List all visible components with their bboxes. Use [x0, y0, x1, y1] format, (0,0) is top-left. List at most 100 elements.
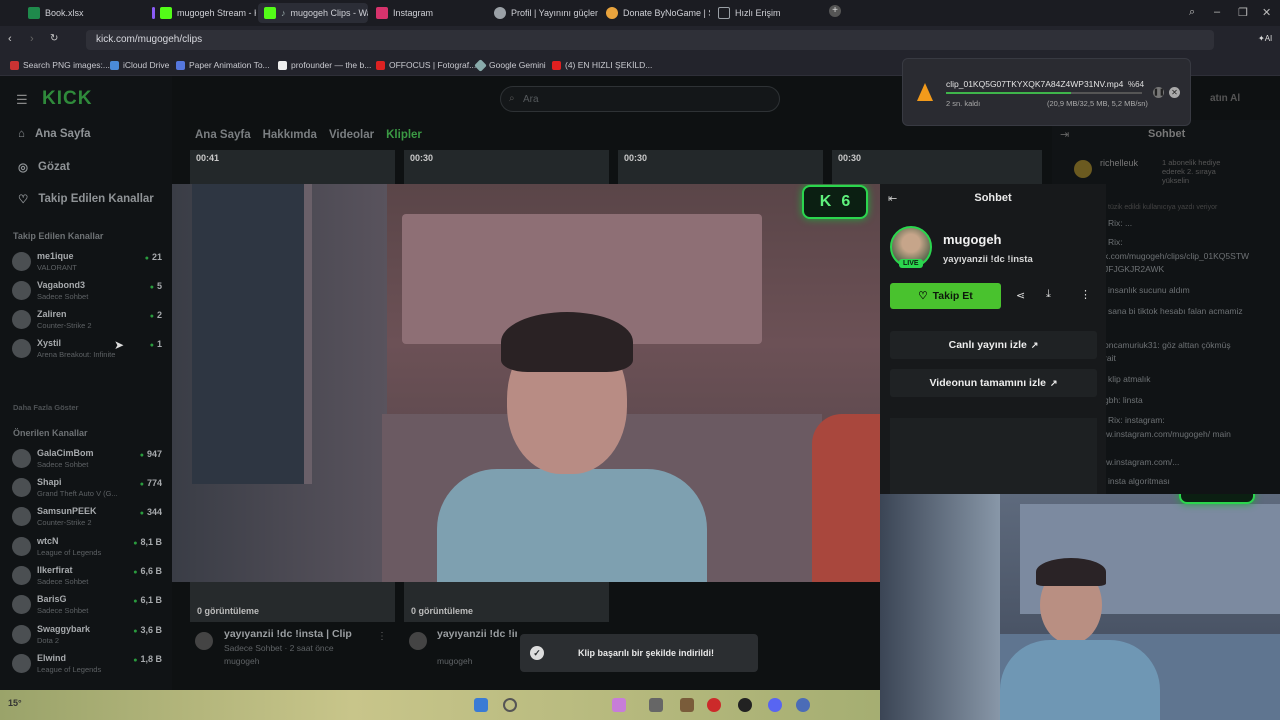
kick-six-badge: K6: [1179, 494, 1255, 504]
tab-home[interactable]: Ana Sayfa: [195, 129, 251, 141]
watch-live-button[interactable]: Canlı yayını izle ↗: [890, 331, 1097, 359]
bookmark-offocus[interactable]: OFFOCUS | Fotograf...: [376, 60, 476, 70]
clip-thumbnail[interactable]: 00:41: [190, 150, 395, 184]
bookmark-profounder[interactable]: profounder — the b...: [278, 60, 371, 70]
kick-logo[interactable]: KICK: [42, 88, 92, 110]
tab-about[interactable]: Hakkımda: [263, 129, 317, 141]
show-more-link[interactable]: Daha Fazla Göster: [13, 403, 78, 412]
sidebar-channel-vagabond3[interactable]: Vagabond3 Sadece Sohbet 5: [12, 278, 162, 304]
sidebar-channel-me1ique[interactable]: me1ique VALORANT 21: [12, 249, 162, 275]
tab-clips[interactable]: Klipler: [386, 129, 422, 141]
sidebar-channel-samsunpeek[interactable]: SamsunPEEK Counter-Strike 2 344: [12, 504, 162, 530]
browser-tab-bar: Book.xlsx mugogeh Stream - Kick D ♪ mugo…: [0, 0, 1280, 26]
forward-icon[interactable]: ›: [30, 33, 34, 45]
streamer-name[interactable]: mugogeh: [943, 232, 1002, 247]
clip-title[interactable]: yayıyanzii !dc !insta | Clip: [437, 628, 517, 640]
avatar: [12, 339, 31, 358]
panel-title: Sohbet: [974, 192, 1012, 204]
reload-icon[interactable]: ↻: [50, 33, 58, 44]
home-icon: ⌂: [18, 128, 25, 140]
bookmark-icloud[interactable]: iCloud Drive: [110, 60, 169, 70]
bookmark-icon: [10, 60, 19, 70]
tab-donate[interactable]: Donate ByNoGame | Strea: [600, 3, 710, 23]
clip-video-player[interactable]: K6: [172, 184, 880, 582]
sidebar-channel-shapi[interactable]: Shapi Grand Theft Auto V (G... 774: [12, 475, 162, 501]
clip-thumbnail[interactable]: 00:30: [618, 150, 823, 184]
app-icon[interactable]: [796, 698, 810, 712]
url-field[interactable]: kick.com/mugogeh/clips: [86, 30, 1214, 50]
new-tab-icon[interactable]: +: [829, 5, 841, 17]
collapse-chat-icon[interactable]: ⇥: [1060, 128, 1069, 141]
obs-icon[interactable]: [738, 698, 752, 712]
bookmark-gemini[interactable]: Google Gemini: [474, 58, 546, 72]
bookmark-paper-animation[interactable]: Paper Animation To...: [176, 60, 270, 70]
cancel-download-icon[interactable]: ✕: [1169, 87, 1180, 98]
sidebar-channel-galacimbom[interactable]: GalaCimBom Sadece Sohbet 947: [12, 446, 162, 472]
app-icon[interactable]: [612, 698, 626, 712]
tab-book-xlsx[interactable]: Book.xlsx: [22, 3, 140, 23]
tab-mugogeh-clips[interactable]: ♪ mugogeh Clips - Wat: [258, 3, 368, 23]
sidebar-channel-swaggybark[interactable]: Swaggybark Dota 2 3,6 B: [12, 622, 162, 648]
kick-icon: [264, 7, 276, 19]
tab-mugogeh-stream[interactable]: mugogeh Stream - Kick D: [146, 3, 256, 23]
clip-card[interactable]: 0 görüntüleme: [190, 582, 395, 622]
app-icon[interactable]: [649, 698, 663, 712]
vlc-file-icon: [917, 83, 933, 101]
nav-home[interactable]: ⌂ Ana Sayfa: [18, 128, 91, 140]
instagram-icon: [376, 7, 388, 19]
tab-profil[interactable]: Profil | Yayınını güçlendim: [488, 3, 598, 23]
search-tabs-icon[interactable]: ⌕: [1189, 6, 1195, 19]
tab-hizli-erisim[interactable]: Hızlı Erişim: [712, 3, 822, 23]
heart-icon: ♡: [918, 290, 928, 302]
weather-widget[interactable]: 15°: [8, 698, 22, 708]
clip-thumbnail[interactable]: 00:30: [832, 150, 1042, 184]
clip-author[interactable]: mugogeh: [224, 656, 259, 666]
sidebar-channel-ilkerfirat[interactable]: Ilkerfirat Sadece Sohbet 6,6 B: [12, 563, 162, 589]
chat-title: Sohbet: [1148, 128, 1186, 140]
more-icon[interactable]: ⋮: [377, 631, 387, 642]
back-icon[interactable]: ‹: [8, 33, 12, 45]
sidebar-channel-wtcn[interactable]: wtcN League of Legends 8,1 B: [12, 534, 162, 560]
kick-k-icon: K: [1201, 494, 1213, 496]
menu-icon[interactable]: ☰: [16, 92, 28, 108]
tab-instagram[interactable]: Instagram: [370, 3, 482, 23]
clip-thumbnail[interactable]: 00:30: [404, 150, 609, 184]
shield-icon: [494, 7, 506, 19]
tab-videos[interactable]: Videolar: [329, 129, 374, 141]
pause-icon[interactable]: ❚❚: [1153, 87, 1165, 98]
close-window-icon[interactable]: ✕: [1262, 6, 1271, 19]
restore-icon[interactable]: ❐: [1238, 6, 1248, 19]
sidebar-channel-elwind[interactable]: Elwind League of Legends 1,8 B: [12, 651, 162, 677]
more-options-icon[interactable]: ⋮: [1080, 288, 1091, 301]
clip-author[interactable]: mugogeh: [437, 656, 472, 666]
clip-card[interactable]: 0 görüntüleme: [404, 582, 609, 622]
bookmark-icon: [278, 60, 287, 70]
speaker-icon: ♪: [281, 8, 286, 18]
sidebar-channel-zaliren[interactable]: Zaliren Counter-Strike 2 2: [12, 307, 162, 333]
download-progress-track: [946, 92, 1142, 94]
download-icon[interactable]: ⤓: [1046, 288, 1051, 301]
nav-following[interactable]: ♡ Takip Edilen Kanallar: [18, 192, 154, 206]
follow-button[interactable]: ♡ Takip Et: [890, 283, 1001, 309]
bookmark-youtube[interactable]: (4) EN HIZLI ŞEKİLD...: [552, 60, 652, 70]
sidebar-channel-barisg[interactable]: BarisG Sadece Sohbet 6,1 B: [12, 592, 162, 618]
opera-icon[interactable]: [707, 698, 721, 712]
clip-title[interactable]: yayıyanzii !dc !insta | Clip: [224, 628, 352, 640]
search-input[interactable]: ⌕ Ara: [500, 86, 780, 112]
login-button[interactable]: atın Al: [1210, 93, 1240, 104]
live-badge: LIVE: [899, 259, 923, 268]
folder-icon[interactable]: [680, 698, 694, 712]
start-icon[interactable]: [474, 698, 488, 712]
watch-full-video-button[interactable]: Videonun tamamını izle ↗: [890, 369, 1097, 397]
discord-icon[interactable]: [768, 698, 782, 712]
search-icon[interactable]: [503, 698, 517, 712]
minimize-icon[interactable]: –: [1214, 6, 1220, 18]
nav-browse[interactable]: ◎ Gözat: [18, 160, 70, 174]
sidebar-channel-xystil[interactable]: Xystil Arena Breakout: Infinite 1: [12, 336, 162, 362]
share-icon[interactable]: ⋖: [1016, 289, 1025, 302]
ai-button[interactable]: ✦AI: [1258, 34, 1272, 43]
sidebar: ☰ KICK ⌂ Ana Sayfa ◎ Gözat ♡ Takip Edilen K…: [0, 76, 172, 690]
bookmark-search-png[interactable]: Search PNG images:...: [10, 60, 110, 70]
download-filename[interactable]: clip_01KQ5G07TKYXQK7A84Z4WP31NV.mp4: [946, 79, 1123, 89]
gemini-icon: [474, 58, 487, 72]
